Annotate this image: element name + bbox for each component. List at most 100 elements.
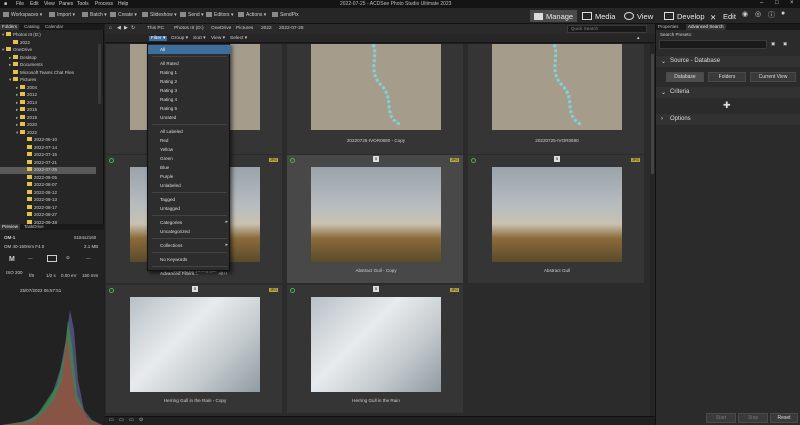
account-icon[interactable]: ● (781, 10, 785, 17)
view-menu[interactable]: View ▾ (211, 36, 225, 41)
crumb-this-pc[interactable]: This PC (147, 26, 164, 31)
thumbnail-cell[interactable]: 20220725-IVOR0690 - Copy (286, 44, 464, 164)
menu-view[interactable]: View (44, 1, 55, 7)
thumbnail-image[interactable] (492, 44, 622, 130)
group-menu[interactable]: Group ▾ (171, 36, 188, 41)
filter-menu-item[interactable]: Purple (148, 172, 231, 181)
filter-menu-item[interactable]: All (148, 45, 231, 54)
tree-item[interactable]: ▸ 2012 (0, 92, 96, 99)
filter-menu-item[interactable]: Rating 1 (148, 68, 231, 77)
tree-item[interactable]: 2022-08-05 (0, 174, 96, 182)
view-icon-3[interactable]: ▭ (129, 418, 134, 423)
tab-calendar[interactable]: Calendar (43, 24, 65, 30)
filter-menu-item[interactable]: Rating 5 (148, 104, 231, 113)
select-menu[interactable]: Select ▾ (230, 36, 247, 41)
minimize-icon[interactable]: – (760, 0, 763, 6)
thumbnail-image[interactable] (311, 297, 441, 392)
grid-scrollbar-up[interactable]: ▴ (637, 36, 639, 41)
sendpix-button[interactable]: SendPix (272, 12, 299, 18)
delete-preset-icon[interactable]: ▣ (783, 41, 787, 47)
menu-edit[interactable]: Edit (30, 1, 39, 7)
start-button[interactable]: Start (706, 413, 736, 423)
home-icon[interactable]: ⌂ (109, 26, 112, 31)
mode-manage[interactable]: Manage (530, 10, 578, 22)
tab-catalog[interactable]: Catalog (22, 24, 42, 30)
workspaces-button[interactable]: Workspaces ▾ (3, 12, 42, 18)
reset-button[interactable]: Reset (770, 413, 798, 423)
tree-item[interactable]: ▾ 2022 (0, 129, 96, 137)
filter-menu-item[interactable]: No Keywords (148, 255, 231, 264)
search-presets-select[interactable] (659, 40, 767, 49)
mode-edit[interactable]: ✕ Edit (706, 10, 740, 22)
actions-button[interactable]: Actions ▾ (238, 12, 266, 18)
crumb-pictures[interactable]: Pictures (236, 26, 253, 31)
send-button[interactable]: Send ▾ (180, 12, 204, 18)
filter-menu-item[interactable]: Rating 4 (148, 95, 231, 104)
filter-menu-item[interactable]: Red (148, 136, 231, 145)
tab-properties[interactable]: Properties (656, 24, 681, 30)
tab-folders[interactable]: Folders (0, 24, 20, 30)
tab-preview[interactable]: Preview (0, 224, 21, 230)
menu-file[interactable]: File (16, 1, 24, 7)
365-icon[interactable]: ◎ (755, 10, 761, 18)
tree-item[interactable]: 2022-06-10 (0, 137, 96, 144)
criteria-header[interactable]: ⌄ Criteria (656, 87, 800, 98)
filter-menu-item[interactable]: Uncategorized (148, 227, 231, 236)
stop-button[interactable]: Stop (738, 413, 768, 423)
thumbnail-image[interactable] (311, 167, 441, 262)
filter-menu-item[interactable]: Blue (148, 163, 231, 172)
tree-item[interactable]: ▸ 2019 (0, 114, 96, 122)
add-criteria-icon[interactable]: ✚ (723, 100, 731, 111)
dashboard-icon[interactable]: ◉ (742, 10, 748, 18)
tree-item[interactable]: ▾ Photos III (D:) (0, 32, 96, 39)
save-preset-icon[interactable]: ▣ (771, 41, 775, 47)
create-button[interactable]: Create ▾ (110, 12, 137, 18)
tree-item[interactable]: 2022-08-12 (0, 189, 96, 197)
filter-menu-item[interactable]: All Labeled (148, 127, 231, 136)
thumbnail-cell[interactable]: 20220725-IVOR0690 (467, 44, 645, 164)
grid-scroll-thumb[interactable] (651, 54, 654, 174)
tab-taskdrive[interactable]: TaskDrive (22, 224, 46, 230)
zoom-icon[interactable]: ⊙ (139, 418, 143, 423)
mode-develop[interactable]: Develop (660, 10, 709, 22)
menu-panes[interactable]: Panes (59, 1, 73, 7)
forward-icon[interactable]: ▶ (124, 26, 128, 31)
crumb-date[interactable]: 2022-07-25 (279, 26, 304, 31)
filter-menu-item[interactable]: Unrated (148, 113, 231, 122)
slideshow-button[interactable]: Slideshow ▾ (142, 12, 177, 18)
tree-item[interactable]: 2022-07-16 (0, 152, 96, 159)
source-current-view-button[interactable]: Current View (750, 72, 796, 82)
filter-menu-item[interactable]: Rating 2 (148, 77, 231, 86)
tree-item[interactable]: 2022-07-21 (0, 159, 96, 167)
tree-item[interactable]: Microsoft Teams Chat Files (0, 69, 96, 77)
tree-item[interactable]: 2022-07-14 (0, 144, 96, 152)
source-folders-button[interactable]: Folders (708, 72, 746, 82)
thumbnail-image[interactable] (130, 297, 260, 392)
back-icon[interactable]: ◀ (117, 26, 121, 31)
refresh-icon[interactable]: ↻ (131, 26, 135, 31)
tree-scrollbar[interactable] (98, 44, 101, 104)
thumbnail-image[interactable] (311, 44, 441, 130)
source-database-button[interactable]: Database (666, 72, 704, 82)
tree-item[interactable]: ▾ OneDrive (0, 47, 96, 54)
source-header[interactable]: ⌄ Source - Database (656, 56, 800, 67)
filter-menu-item[interactable]: Yellow (148, 145, 231, 154)
info-icon[interactable]: ⓘ (768, 10, 775, 20)
menu-process[interactable]: Process (95, 1, 113, 7)
tree-item[interactable]: ▸ Desktop (0, 54, 96, 62)
tab-advanced-search[interactable]: Advanced Search (686, 24, 726, 30)
editors-button[interactable]: Editors ▾ (206, 12, 233, 18)
filter-menu-item[interactable]: Tagged (148, 195, 231, 204)
filter-menu-item[interactable]: Green (148, 154, 231, 163)
mode-view[interactable]: View (620, 10, 657, 22)
tree-item[interactable]: 2022 (0, 39, 96, 47)
tree-item[interactable]: ▸ 2020 (0, 122, 96, 129)
close-icon[interactable]: × (790, 0, 794, 6)
options-header[interactable]: › Options (656, 114, 800, 125)
view-icon-2[interactable]: ▭ (119, 418, 124, 423)
filter-menu-item[interactable]: Collections ▸ (148, 241, 231, 250)
tree-item[interactable]: 2022-08-27 (0, 212, 96, 219)
filter-menu-item[interactable]: Categories ▸ (148, 218, 231, 227)
tree-item[interactable]: ▸ 2014 (0, 99, 96, 107)
thumbnail-image[interactable] (492, 167, 622, 262)
